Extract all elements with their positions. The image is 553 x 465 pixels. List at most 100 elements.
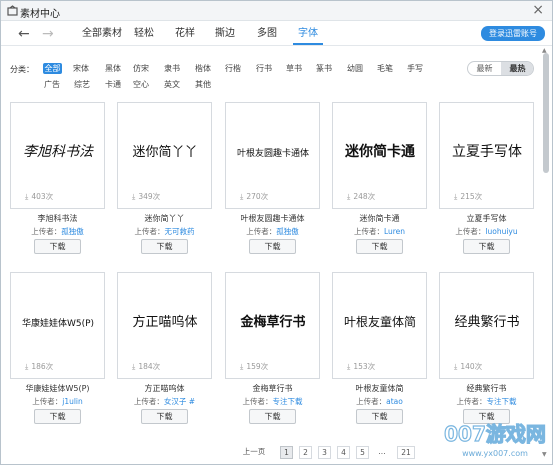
uploader-line: 上传者：女汉子 #: [133, 397, 196, 406]
uploader-line: 上传者：孤独傲: [31, 227, 84, 236]
filter-all[interactable]: 全部: [43, 63, 62, 74]
filter-maobi[interactable]: 毛笔: [376, 63, 394, 74]
uploader-line: 上传者：luohuiyu: [455, 227, 518, 236]
page-1-button[interactable]: 1: [280, 446, 293, 459]
font-preview[interactable]: 叶根友童体简 ⤓ 153次: [332, 272, 427, 379]
filter-xingkai[interactable]: 行楷: [224, 63, 242, 74]
uploader-line: 上传者：无可救药: [134, 227, 195, 236]
font-preview[interactable]: 叶根友圆趣卡通体 ⤓ 270次: [225, 102, 320, 209]
download-icon: ⤓: [454, 192, 458, 201]
uploader-link[interactable]: atao: [386, 397, 403, 406]
uploader-line: 上传者：atao: [356, 397, 403, 406]
font-preview[interactable]: 立夏手写体 ⤓ 215次: [439, 102, 534, 209]
scrollbar[interactable]: ▲ ▼: [542, 47, 550, 459]
filter-zhuanshu[interactable]: 篆书: [315, 63, 333, 74]
uploader-link[interactable]: 专注下载: [273, 397, 303, 406]
watermark-url: www.yx007.com: [462, 449, 528, 458]
sort-latest-option[interactable]: 最新: [468, 62, 501, 75]
uploader-link[interactable]: 孤独傲: [61, 227, 84, 236]
font-name: 迷你简卡通: [359, 214, 400, 223]
font-name: 经典繁行书: [466, 384, 507, 393]
download-button[interactable]: 下载: [34, 239, 81, 254]
filter-songti[interactable]: 宋体: [72, 63, 90, 74]
download-button[interactable]: 下载: [249, 409, 296, 424]
font-name: 叶根友童体简: [355, 384, 404, 393]
font-name: 李旭科书法: [37, 214, 78, 223]
filter-zongyi[interactable]: 综艺: [73, 79, 91, 90]
filter-xingshu[interactable]: 行书: [255, 63, 273, 74]
tab-fonts[interactable]: 字体: [293, 22, 323, 45]
filter-fangsong[interactable]: 仿宋: [132, 63, 150, 74]
font-preview[interactable]: 金梅草行书 ⤓ 159次: [225, 272, 320, 379]
filter-kaiti[interactable]: 楷体: [194, 63, 212, 74]
font-name: 华康娃娃体W5(P): [25, 384, 90, 393]
filter-lishu[interactable]: 隶书: [163, 63, 181, 74]
login-button[interactable]: 登录迅雷账号: [481, 26, 545, 41]
preview-text: 李旭科书法: [23, 144, 94, 160]
uploader-link[interactable]: 无可救药: [165, 227, 195, 236]
watermark-logo: 007游戏网 www.yx007.com: [444, 421, 547, 458]
tab-pattern[interactable]: 花样: [173, 22, 197, 45]
download-button[interactable]: 下载: [249, 239, 296, 254]
forward-arrow-icon[interactable]: →: [42, 26, 54, 42]
download-count: ⤓ 184次: [132, 362, 161, 371]
prev-page-button[interactable]: 上一页: [238, 446, 270, 459]
sort-hottest-option[interactable]: 最热: [501, 62, 533, 75]
font-name: 金梅草行书: [252, 384, 293, 393]
download-button[interactable]: 下载: [463, 239, 510, 254]
filter-heiti[interactable]: 黑体: [104, 63, 122, 74]
font-preview[interactable]: 方正喵呜体 ⤓ 184次: [117, 272, 212, 379]
download-button[interactable]: 下载: [34, 409, 81, 424]
download-icon: ⤓: [347, 362, 351, 371]
page-3-button[interactable]: 3: [318, 446, 331, 459]
font-preview[interactable]: 迷你简丫丫 ⤓ 349次: [117, 102, 212, 209]
sort-toggle[interactable]: 最新 最热: [467, 61, 534, 76]
scrollbar-thumb[interactable]: [543, 53, 549, 173]
watermark-brand: 007游戏网: [444, 422, 546, 446]
filter-caoshu[interactable]: 草书: [285, 63, 303, 74]
font-preview[interactable]: 经典繁行书 ⤓ 140次: [439, 272, 534, 379]
uploader-line: 上传者：专注下载: [456, 397, 517, 406]
download-icon: ⤓: [25, 362, 29, 371]
filter-yingwen[interactable]: 英文: [163, 79, 181, 90]
download-count: ⤓ 270次: [240, 192, 269, 201]
download-button[interactable]: 下载: [141, 409, 188, 424]
page-4-button[interactable]: 4: [337, 446, 350, 459]
download-icon: ⤓: [240, 362, 244, 371]
filter-kongxin[interactable]: 空心: [132, 79, 150, 90]
download-icon: ⤓: [132, 362, 136, 371]
close-icon[interactable]: ×: [532, 2, 544, 18]
preview-text: 迷你简丫丫: [132, 144, 197, 160]
tab-multi-image[interactable]: 多图: [255, 22, 279, 45]
back-arrow-icon[interactable]: ←: [18, 26, 30, 42]
uploader-link[interactable]: 女汉子 #: [164, 397, 195, 406]
uploader-link[interactable]: 专注下载: [487, 397, 517, 406]
page-21-button[interactable]: 21: [397, 446, 415, 459]
filter-youyuan[interactable]: 幼圆: [346, 63, 364, 74]
download-button[interactable]: 下载: [356, 239, 403, 254]
uploader-link[interactable]: luohuiyu: [485, 227, 517, 236]
tab-torn-edge[interactable]: 撕边: [213, 22, 237, 45]
pagination: 上一页 1 2 3 4 5 ... 21: [238, 446, 418, 459]
page-ellipsis: ...: [375, 446, 389, 459]
page-2-button[interactable]: 2: [299, 446, 312, 459]
download-button[interactable]: 下载: [356, 409, 403, 424]
material-center-window: 素材中心 × ← → 全部素材 轻松 花样 撕边 多图 字体 登录迅雷账号 分类…: [0, 0, 553, 465]
page-5-button[interactable]: 5: [356, 446, 369, 459]
filter-qita[interactable]: 其他: [194, 79, 212, 90]
font-preview[interactable]: 华康娃娃体W5(P) ⤓ 186次: [10, 272, 105, 379]
download-button[interactable]: 下载: [141, 239, 188, 254]
category-label: 分类：: [10, 65, 34, 74]
font-preview[interactable]: 李旭科书法 ⤓ 403次: [10, 102, 105, 209]
download-icon: ⤓: [240, 192, 244, 201]
uploader-link[interactable]: j1ulin: [62, 397, 83, 406]
filter-shouxie[interactable]: 手写: [406, 63, 424, 74]
tab-easy[interactable]: 轻松: [132, 22, 156, 45]
uploader-link[interactable]: Luren: [384, 227, 405, 236]
font-preview[interactable]: 迷你简卡通 ⤓ 248次: [332, 102, 427, 209]
uploader-link[interactable]: 孤独傲: [276, 227, 299, 236]
tab-all-materials[interactable]: 全部素材: [81, 22, 123, 45]
filter-katong[interactable]: 卡通: [104, 79, 122, 90]
font-name: 叶根友圆趣卡通体: [240, 214, 305, 223]
filter-guanggao[interactable]: 广告: [43, 79, 61, 90]
